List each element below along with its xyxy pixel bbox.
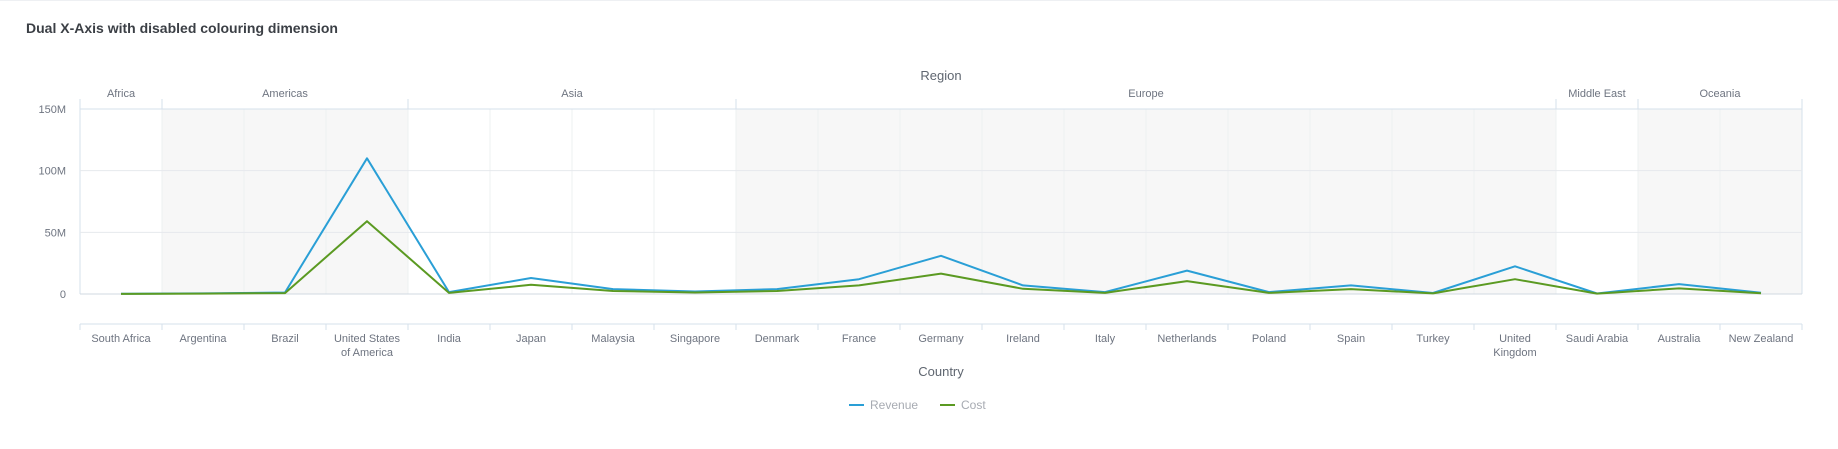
x-tick-label: Australia — [1658, 333, 1702, 345]
y-tick-label: 100M — [38, 166, 66, 178]
x-tick-label: United Kingdom — [1493, 333, 1536, 359]
x-tick-label: Saudi Arabia — [1566, 333, 1629, 345]
x-tick-label: Netherlands — [1157, 333, 1217, 345]
line-chart: Africa Americas Asia Europe Middle East Ocean… — [38, 68, 1803, 412]
x-tick-label: South Africa — [91, 333, 151, 345]
legend-label: Cost — [961, 398, 986, 412]
x-tick-label: United States of America — [334, 333, 401, 359]
x-tick-label: Poland — [1252, 333, 1286, 345]
x-axis-title: Country — [918, 364, 964, 379]
x-tick-label: Ireland — [1006, 333, 1040, 345]
x-tick-label: France — [842, 333, 876, 345]
region-label: Africa — [107, 88, 136, 100]
chart-card: Dual X-Axis with disabled colouring dime… — [0, 0, 1838, 449]
region-axis-title: Region — [920, 68, 961, 83]
x-tick-label: Japan — [516, 333, 546, 345]
x-tick-label: Argentina — [179, 333, 227, 345]
y-tick-label: 150M — [38, 104, 66, 116]
x-tick-label: Italy — [1095, 333, 1116, 345]
region-label: Oceania — [1700, 88, 1742, 100]
region-label: Europe — [1128, 88, 1163, 100]
group-band — [162, 109, 408, 294]
legend-label: Revenue — [870, 398, 918, 412]
region-label: Middle East — [1568, 88, 1625, 100]
x-tick-label: Turkey — [1416, 333, 1450, 345]
x-tick-label: India — [437, 333, 462, 345]
x-tick-label: Brazil — [271, 333, 299, 345]
x-tick-label: Malaysia — [591, 333, 635, 345]
region-label: Americas — [262, 88, 308, 100]
region-label: Asia — [561, 88, 583, 100]
x-tick-label: Germany — [918, 333, 964, 345]
y-tick-label: 50M — [45, 227, 66, 239]
y-tick-label: 0 — [60, 289, 66, 301]
x-tick-label: Singapore — [670, 333, 720, 345]
x-tick-label: Spain — [1337, 333, 1365, 345]
x-tick-label: New Zealand — [1729, 333, 1794, 345]
x-tick-label: Denmark — [755, 333, 800, 345]
